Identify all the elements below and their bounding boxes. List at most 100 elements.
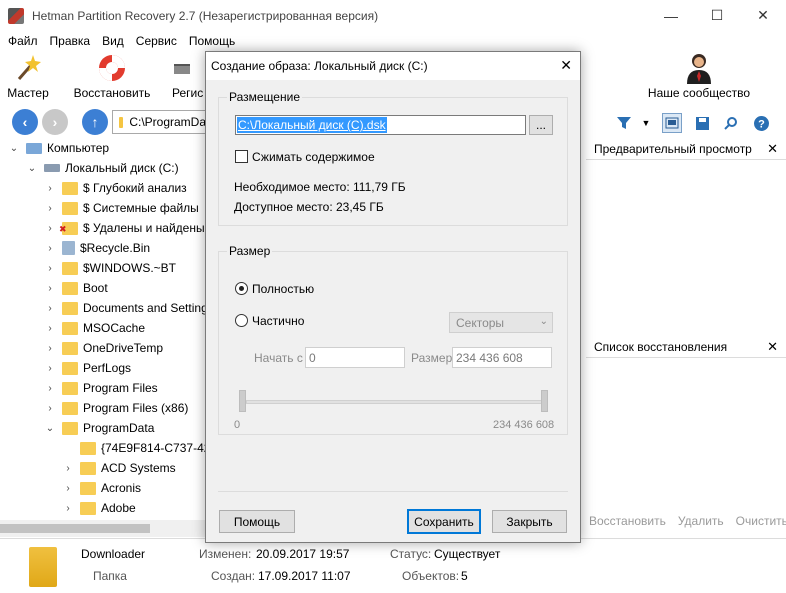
recovery-list-title: Список восстановления bbox=[594, 339, 728, 354]
clear-action-button[interactable]: Очистить bbox=[736, 514, 786, 528]
chevron-right-icon[interactable]: › bbox=[44, 183, 56, 194]
range-slider-start-handle[interactable] bbox=[239, 390, 246, 412]
address-field[interactable]: C:\ProgramDa bbox=[112, 110, 207, 134]
save-disk-icon[interactable] bbox=[692, 113, 712, 133]
tree-item[interactable]: › Acronis bbox=[62, 478, 141, 498]
unit-select[interactable]: Секторы ⌄ bbox=[449, 312, 553, 333]
tree-item[interactable]: › Adobe bbox=[62, 498, 135, 518]
chevron-right-icon[interactable]: › bbox=[44, 323, 56, 334]
preview-toggle-icon[interactable] bbox=[662, 113, 682, 133]
chevron-right-icon[interactable]: › bbox=[44, 263, 56, 274]
dialog-close-icon[interactable]: ✕ bbox=[560, 57, 572, 74]
chevron-down-icon[interactable]: ⌄ bbox=[26, 163, 38, 174]
chevron-right-icon[interactable]: › bbox=[62, 463, 74, 474]
restore-label: Восстановить bbox=[73, 86, 151, 100]
dialog-close-button[interactable]: Закрыть bbox=[492, 510, 567, 533]
objects-value: 5 bbox=[461, 569, 468, 583]
browse-button[interactable]: ... bbox=[529, 115, 553, 135]
dialog-title: Создание образа: Локальный диск (C:) bbox=[211, 59, 428, 73]
disk-icon bbox=[44, 164, 60, 172]
tree-item[interactable]: › Program Files bbox=[44, 378, 158, 398]
menu-view[interactable]: Вид bbox=[96, 34, 130, 48]
community-button[interactable]: Наше сообщество bbox=[644, 51, 754, 103]
full-size-radio[interactable] bbox=[235, 282, 248, 295]
tree-item-label: PerfLogs bbox=[83, 361, 132, 375]
tree-item[interactable]: › $Recycle.Bin bbox=[44, 238, 150, 258]
preview-close-icon[interactable]: ✕ bbox=[767, 141, 778, 157]
forward-arrow-icon[interactable]: › bbox=[42, 109, 68, 135]
tree-item[interactable]: ⌄ Локальный диск (C:) bbox=[26, 158, 179, 178]
menu-help[interactable]: Помощь bbox=[183, 34, 241, 48]
recovery-list-close-icon[interactable]: ✕ bbox=[767, 339, 778, 355]
size-group-title: Размер bbox=[227, 244, 273, 258]
chevron-right-icon[interactable]: › bbox=[44, 223, 56, 234]
restore-action-button[interactable]: Восстановить bbox=[589, 514, 666, 528]
range-slider-track[interactable] bbox=[246, 400, 548, 404]
chevron-right-icon[interactable]: › bbox=[44, 403, 56, 414]
community-label: Наше сообщество bbox=[647, 86, 751, 100]
tree-item[interactable]: ⌄ Компьютер bbox=[8, 138, 109, 158]
tree-item-label: Program Files bbox=[83, 381, 158, 395]
tree-item[interactable]: › MSOCache bbox=[44, 318, 145, 338]
chevron-right-icon[interactable]: › bbox=[62, 483, 74, 494]
maximize-button[interactable]: ☐ bbox=[694, 0, 740, 31]
filter-dropdown-icon[interactable]: ▼ bbox=[636, 113, 656, 133]
restore-button[interactable]: Восстановить bbox=[72, 51, 152, 103]
chevron-right-icon[interactable]: › bbox=[44, 243, 56, 254]
size-input[interactable]: 234 436 608 bbox=[452, 347, 552, 368]
dialog-help-button[interactable]: Помощь bbox=[219, 510, 295, 533]
filter-icon[interactable] bbox=[614, 113, 634, 133]
unit-select-value: Секторы bbox=[456, 315, 505, 330]
scrollbar-thumb[interactable] bbox=[0, 524, 150, 533]
wizard-button[interactable]: Мастер bbox=[4, 51, 52, 103]
chevron-right-icon[interactable]: › bbox=[62, 503, 74, 514]
chevron-right-icon[interactable]: › bbox=[44, 363, 56, 374]
tree-item[interactable]: › $ Глубокий анализ bbox=[44, 178, 186, 198]
back-arrow-icon[interactable]: ‹ bbox=[12, 109, 38, 135]
folder-icon bbox=[62, 281, 78, 295]
app-icon bbox=[8, 7, 24, 24]
tree-horizontal-scrollbar[interactable] bbox=[0, 520, 210, 537]
up-arrow-icon[interactable]: ↑ bbox=[82, 109, 108, 135]
minimize-button[interactable]: — bbox=[648, 0, 694, 31]
menu-edit[interactable]: Правка bbox=[44, 34, 97, 48]
chevron-right-icon[interactable]: › bbox=[44, 283, 56, 294]
tree-item[interactable]: › Documents and Setting bbox=[44, 298, 207, 318]
menu-file[interactable]: Файл bbox=[2, 34, 44, 48]
tree-item-label: Acronis bbox=[101, 481, 142, 495]
partial-size-radio[interactable] bbox=[235, 314, 248, 327]
tree-item[interactable]: › ACD Systems bbox=[62, 458, 175, 478]
tree-item[interactable]: › $ Удалены и найдены bbox=[44, 218, 204, 238]
tree-item[interactable]: › Boot bbox=[44, 278, 107, 298]
modified-label: Изменен: bbox=[199, 547, 252, 561]
tree-item[interactable]: › $ Системные файлы bbox=[44, 198, 198, 218]
folder-icon bbox=[80, 461, 96, 475]
folder-icon bbox=[80, 481, 96, 495]
chevron-right-icon[interactable]: › bbox=[44, 303, 56, 314]
modified-value: 20.09.2017 19:57 bbox=[256, 547, 350, 561]
chevron-down-icon[interactable]: ⌄ bbox=[8, 143, 20, 154]
range-slider-end-handle[interactable] bbox=[541, 390, 548, 412]
delete-action-button[interactable]: Удалить bbox=[678, 514, 724, 528]
image-path-input[interactable]: C:\Локальный диск (C).dsk bbox=[235, 115, 526, 135]
start-input[interactable]: 0 bbox=[305, 347, 405, 368]
close-window-button[interactable]: ✕ bbox=[740, 0, 786, 31]
chevron-down-icon[interactable]: ⌄ bbox=[44, 423, 56, 434]
tree-item[interactable]: {74E9F814-C737-42C bbox=[62, 438, 210, 458]
tree-item[interactable]: › OneDriveTemp bbox=[44, 338, 163, 358]
tree-item[interactable]: › PerfLogs bbox=[44, 358, 131, 378]
help-icon[interactable]: ? bbox=[751, 113, 771, 133]
search-icon[interactable] bbox=[720, 113, 740, 133]
dialog-save-button[interactable]: Сохранить bbox=[407, 509, 481, 534]
chevron-right-icon[interactable]: › bbox=[44, 383, 56, 394]
tree-item[interactable]: › $WINDOWS.~BT bbox=[44, 258, 176, 278]
menu-service[interactable]: Сервис bbox=[130, 34, 183, 48]
chevron-right-icon[interactable]: › bbox=[44, 343, 56, 354]
tree-item-label: MSOCache bbox=[83, 321, 146, 335]
chevron-right-icon[interactable]: › bbox=[44, 203, 56, 214]
range-min-label: 0 bbox=[234, 419, 241, 431]
compress-checkbox[interactable] bbox=[235, 150, 248, 163]
tree-item[interactable]: ⌄ ProgramData bbox=[44, 418, 155, 438]
tree-item[interactable]: › Program Files (x86) bbox=[44, 398, 188, 418]
created-label: Создан: bbox=[211, 569, 256, 583]
